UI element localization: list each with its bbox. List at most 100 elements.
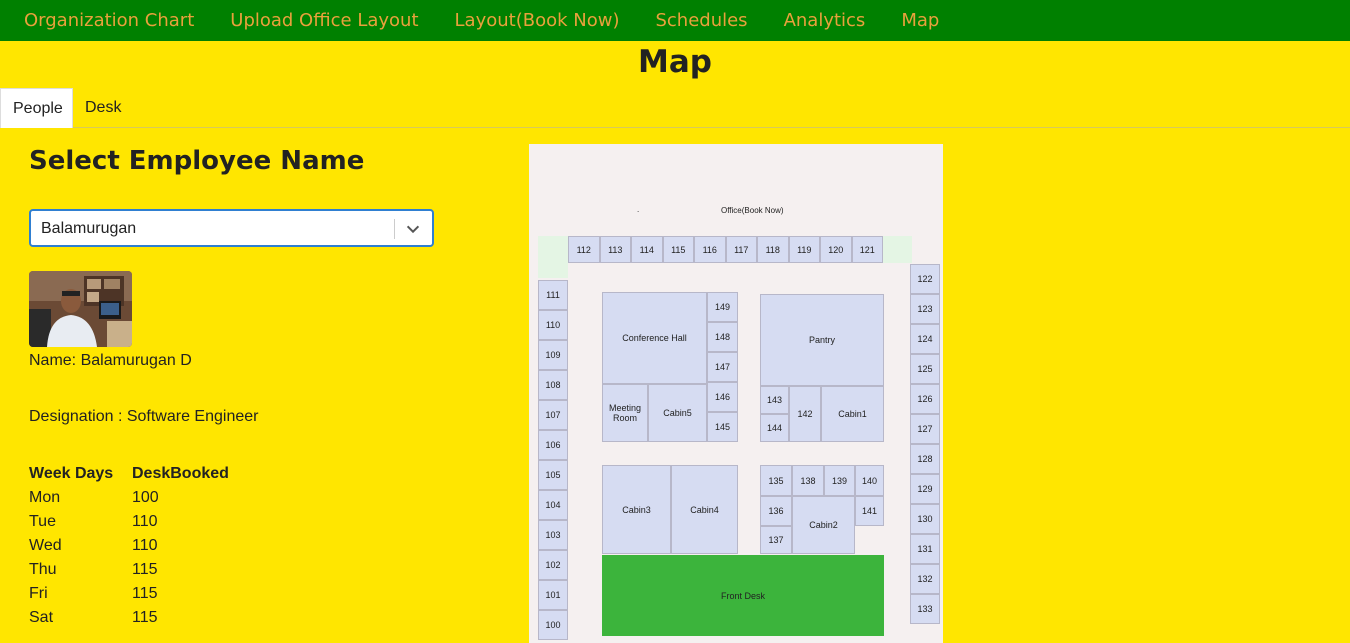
cabin5[interactable]: Cabin5 [648, 384, 707, 442]
desk-143[interactable]: 143 [760, 386, 789, 414]
desk-114[interactable]: 114 [631, 236, 663, 263]
desk-120[interactable]: 120 [820, 236, 852, 263]
cabin2[interactable]: Cabin2 [792, 496, 855, 554]
top-navigation: Organization Chart Upload Office Layout … [0, 0, 1350, 41]
select-separator [394, 219, 395, 239]
corner-area [538, 236, 568, 278]
employee-name: Name: Balamurugan D [29, 352, 192, 369]
conference-hall[interactable]: Conference Hall [602, 292, 707, 384]
map-title: Office(Book Now) [721, 206, 784, 215]
desk-136[interactable]: 136 [760, 496, 792, 526]
desk-131[interactable]: 131 [910, 534, 940, 564]
desk-121[interactable]: 121 [851, 236, 883, 263]
desk-103[interactable]: 103 [538, 520, 568, 550]
desk-140[interactable]: 140 [855, 465, 884, 496]
day-cell: Mon [29, 489, 61, 506]
desk-142[interactable]: 142 [789, 386, 821, 442]
desk-144[interactable]: 144 [760, 414, 789, 442]
desk-138[interactable]: 138 [792, 465, 824, 496]
desk-148[interactable]: 148 [707, 322, 738, 352]
nav-schedules[interactable]: Schedules [655, 10, 747, 31]
desk-146[interactable]: 146 [707, 382, 738, 412]
desk-107[interactable]: 107 [538, 400, 568, 430]
table-row: Thu 115 [29, 558, 229, 582]
desk-112[interactable]: 112 [568, 236, 600, 263]
desk-108[interactable]: 108 [538, 370, 568, 400]
nav-organization-chart[interactable]: Organization Chart [24, 10, 194, 31]
desk-118[interactable]: 118 [757, 236, 789, 263]
map-dot: . [637, 205, 640, 214]
day-cell: Fri [29, 585, 48, 602]
desk-104[interactable]: 104 [538, 490, 568, 520]
select-employee-heading: Select Employee Name [29, 146, 365, 176]
nav-upload-office-layout[interactable]: Upload Office Layout [230, 10, 418, 31]
tab-bar: People Desk [0, 88, 1350, 128]
desk-124[interactable]: 124 [910, 324, 940, 354]
employee-designation: Designation : Software Engineer [29, 408, 259, 425]
desk-139[interactable]: 139 [824, 465, 855, 496]
desk-141[interactable]: 141 [855, 496, 884, 526]
tab-people[interactable]: People [0, 88, 73, 128]
desk-100[interactable]: 100 [538, 610, 568, 640]
nav-analytics[interactable]: Analytics [784, 10, 866, 31]
cabin1[interactable]: Cabin1 [821, 386, 884, 442]
desk-117[interactable]: 117 [725, 236, 757, 263]
page-title: Map [638, 44, 712, 80]
desk-cell: 115 [132, 609, 158, 626]
table-row: Wed 110 [29, 534, 229, 558]
desk-113[interactable]: 113 [599, 236, 631, 263]
desk-115[interactable]: 115 [662, 236, 694, 263]
desk-116[interactable]: 116 [694, 236, 726, 263]
employee-select-value: Balamurugan [41, 220, 137, 237]
table-row: Fri 115 [29, 582, 229, 606]
day-cell: Tue [29, 513, 56, 530]
desk-122[interactable]: 122 [910, 264, 940, 294]
desk-126[interactable]: 126 [910, 384, 940, 414]
desk-cell: 115 [132, 561, 158, 578]
desk-129[interactable]: 129 [910, 474, 940, 504]
desk-111[interactable]: 111 [538, 280, 568, 310]
week-table-header: Week Days DeskBooked [29, 462, 229, 486]
desk-cell: 115 [132, 585, 158, 602]
desk-125[interactable]: 125 [910, 354, 940, 384]
desk-147[interactable]: 147 [707, 352, 738, 382]
table-row: Sat 115 [29, 606, 229, 630]
desk-135[interactable]: 135 [760, 465, 792, 496]
tab-desk[interactable]: Desk [73, 88, 133, 128]
week-desk-table: Week Days DeskBooked Mon 100 Tue 110 Wed 11… [29, 462, 229, 630]
desk-cell: 110 [132, 513, 158, 530]
desk-133[interactable]: 133 [910, 594, 940, 624]
desk-145[interactable]: 145 [707, 412, 738, 442]
desk-105[interactable]: 105 [538, 460, 568, 490]
desk-101[interactable]: 101 [538, 580, 568, 610]
desk-110[interactable]: 110 [538, 310, 568, 340]
desk-123[interactable]: 123 [910, 294, 940, 324]
desk-109[interactable]: 109 [538, 340, 568, 370]
chevron-down-icon[interactable] [404, 220, 422, 238]
desk-booked-header: DeskBooked [132, 465, 229, 482]
desk-106[interactable]: 106 [538, 430, 568, 460]
front-desk: Front Desk [602, 555, 884, 636]
day-cell: Sat [29, 609, 54, 626]
day-cell: Thu [29, 561, 57, 578]
meeting-room[interactable]: Meeting Room [602, 384, 648, 442]
employee-select[interactable]: Balamurugan [29, 209, 434, 247]
nav-map[interactable]: Map [901, 10, 939, 31]
pantry[interactable]: Pantry [760, 294, 884, 386]
employee-photo [29, 271, 132, 347]
desk-149[interactable]: 149 [707, 292, 738, 322]
desk-128[interactable]: 128 [910, 444, 940, 474]
table-row: Tue 110 [29, 510, 229, 534]
cabin4[interactable]: Cabin4 [671, 465, 738, 554]
desk-137[interactable]: 137 [760, 526, 792, 554]
desk-127[interactable]: 127 [910, 414, 940, 444]
nav-layout-book-now[interactable]: Layout(Book Now) [455, 10, 620, 31]
desk-102[interactable]: 102 [538, 550, 568, 580]
desk-130[interactable]: 130 [910, 504, 940, 534]
day-cell: Wed [29, 537, 62, 554]
desk-119[interactable]: 119 [788, 236, 820, 263]
cabin3[interactable]: Cabin3 [602, 465, 671, 554]
week-days-header: Week Days [29, 465, 114, 482]
desk-132[interactable]: 132 [910, 564, 940, 594]
table-row: Mon 100 [29, 486, 229, 510]
